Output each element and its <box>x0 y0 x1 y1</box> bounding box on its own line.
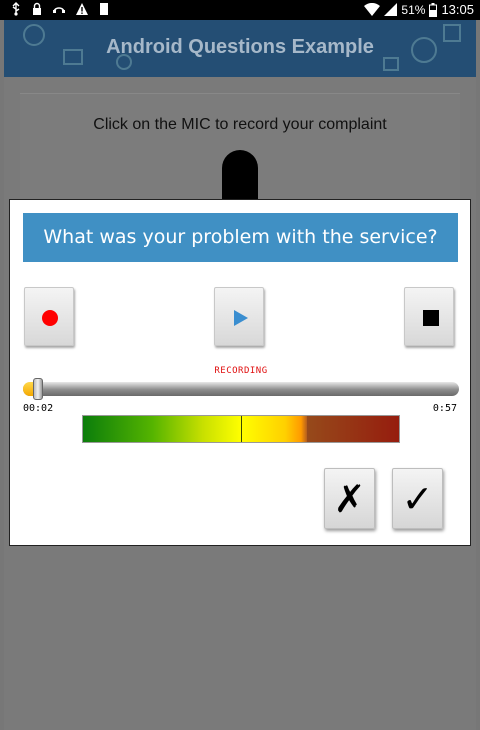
app-title: Android Questions Example <box>106 36 374 58</box>
level-overlay <box>307 416 399 442</box>
confirm-button[interactable]: ✓ <box>392 468 443 529</box>
stop-icon <box>423 310 439 326</box>
voicemail-icon <box>52 2 66 16</box>
progress-slider[interactable] <box>23 378 459 400</box>
lock-icon <box>31 2 43 16</box>
cancel-icon: ✗ <box>333 477 366 521</box>
clock: 13:05 <box>441 2 474 17</box>
question-text: Click on the MIC to record your complain… <box>93 116 387 133</box>
record-dialog: What was your problem with the service? … <box>9 199 471 546</box>
progress-thumb[interactable] <box>33 378 44 400</box>
play-button[interactable] <box>214 287 264 346</box>
mic-button[interactable] <box>222 150 258 200</box>
wifi-icon <box>364 3 381 16</box>
dialog-title: What was your problem with the service? <box>23 213 458 262</box>
elapsed-time: 00:02 <box>23 403 54 414</box>
system-indicators: 51% 13:05 <box>364 2 474 17</box>
recording-status: RECORDING <box>214 366 268 376</box>
status-bar: 51% 13:05 <box>0 0 480 20</box>
battery-icon <box>429 2 438 17</box>
signal-icon <box>384 3 398 16</box>
warning-icon <box>75 2 89 16</box>
record-icon <box>42 310 58 326</box>
notification-icons <box>10 2 110 16</box>
audio-level-meter <box>82 415 400 443</box>
play-icon <box>234 310 248 326</box>
battery-text: 51% <box>401 2 426 17</box>
confirm-icon: ✓ <box>401 477 434 521</box>
usb-icon <box>10 2 22 16</box>
app-bar: Android Questions Example <box>4 20 476 77</box>
total-time: 0:57 <box>432 403 457 414</box>
sd-card-icon <box>98 2 110 16</box>
record-button[interactable] <box>24 287 74 346</box>
cancel-button[interactable]: ✗ <box>324 468 375 529</box>
level-peak-marker <box>241 416 242 442</box>
stop-button[interactable] <box>404 287 454 346</box>
